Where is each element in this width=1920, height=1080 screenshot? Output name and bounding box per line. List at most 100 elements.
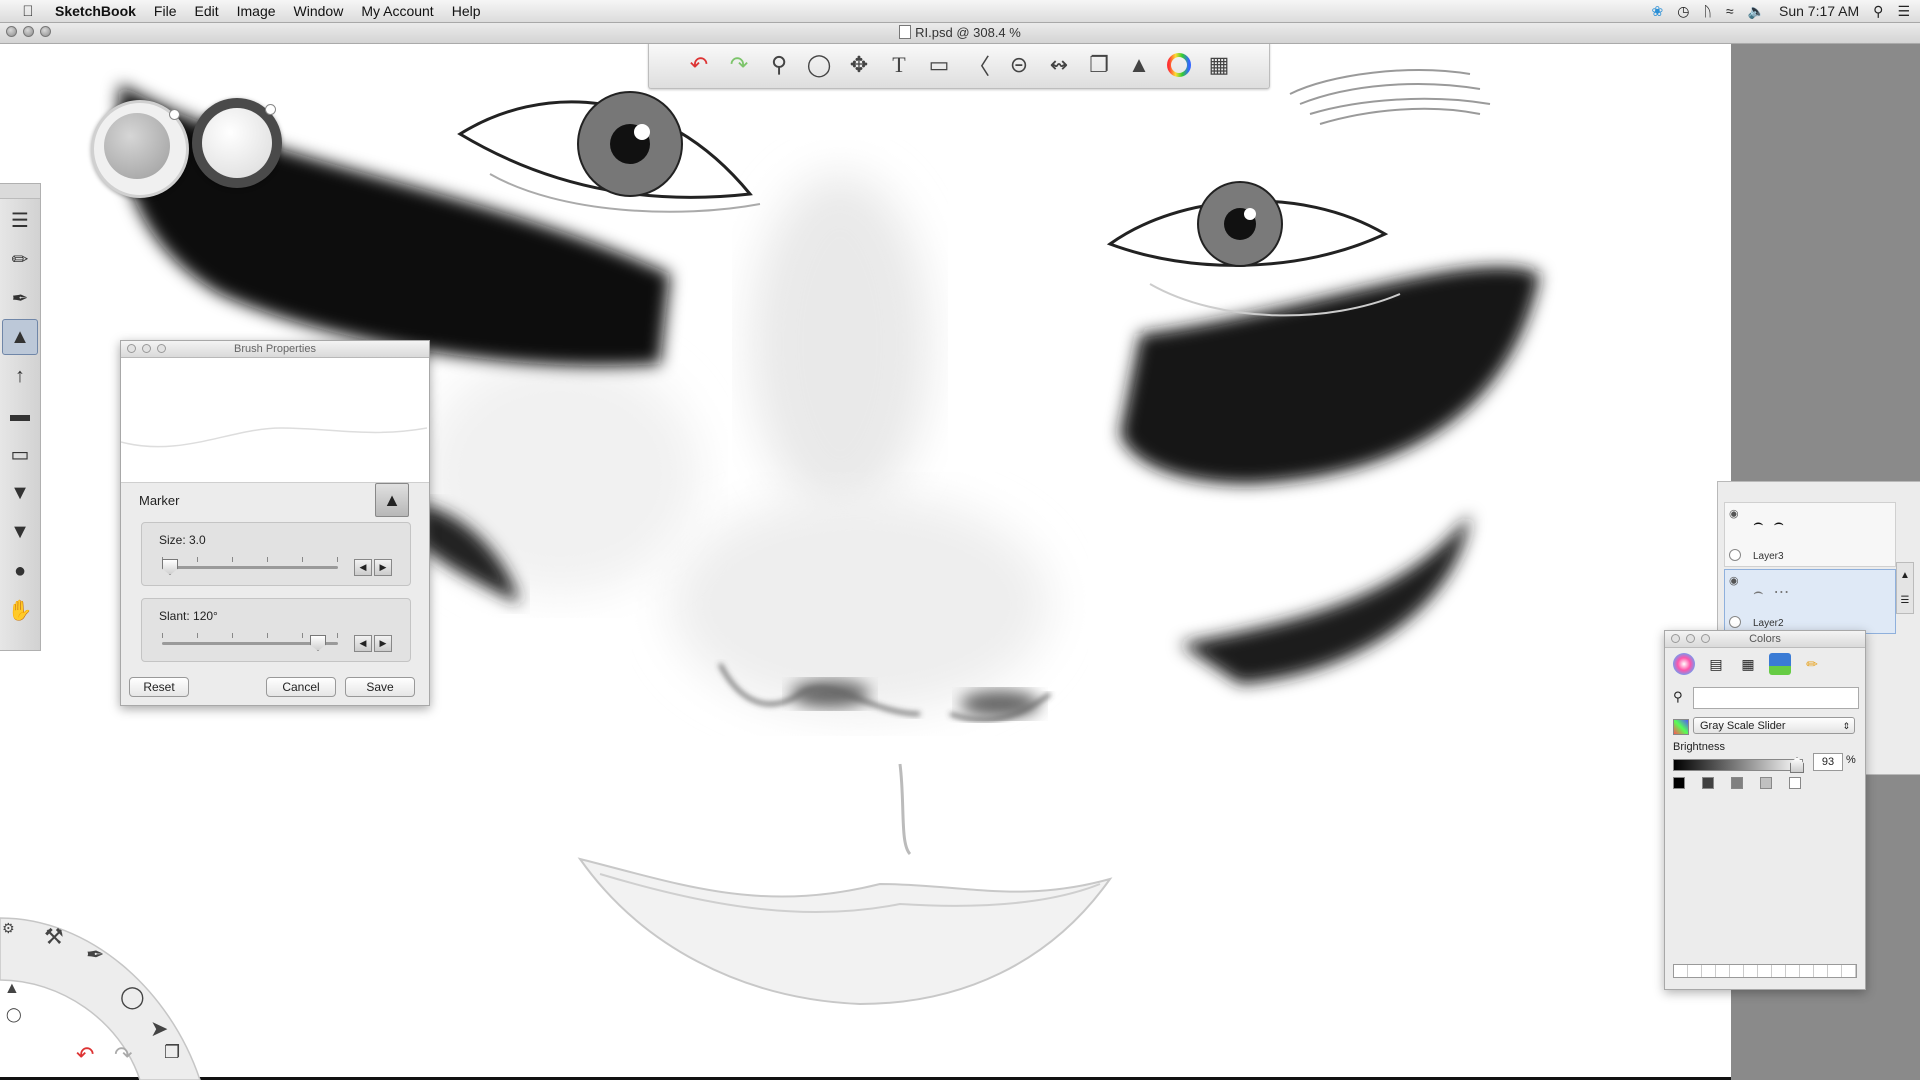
text-icon[interactable]: T	[884, 50, 914, 80]
menu-image[interactable]: Image	[228, 3, 285, 19]
brush-size-puck[interactable]	[91, 100, 189, 198]
layers-icon[interactable]: ❐	[1084, 50, 1114, 80]
slant-slider-thumb[interactable]	[310, 635, 326, 651]
eraser-brush-icon[interactable]: ▬	[2, 397, 38, 433]
gray-swatch[interactable]	[1702, 777, 1714, 789]
panel-zoom-button[interactable]	[157, 344, 166, 353]
airbrush-icon[interactable]: ▼	[2, 514, 38, 550]
crayons-mode-icon[interactable]: ✏	[1801, 653, 1823, 675]
bluetooth-icon[interactable]: ᚢ	[1703, 3, 1711, 19]
lagoon-tools-icon[interactable]: ⚒	[44, 924, 64, 950]
color-sliders-mode-icon[interactable]: ▤	[1705, 653, 1727, 675]
colors-minimize-button[interactable]	[1686, 634, 1695, 643]
panel-title: Brush Properties	[234, 343, 316, 355]
layer-select-radio[interactable]	[1729, 549, 1741, 561]
menu-edit[interactable]: Edit	[185, 3, 227, 19]
colors-close-button[interactable]	[1671, 634, 1680, 643]
color-wheel-mode-icon[interactable]	[1673, 653, 1695, 675]
layer-menu-handle[interactable]: ▲ ☰	[1896, 562, 1914, 614]
spotlight-icon[interactable]: ⚲	[1873, 3, 1883, 20]
size-decrease-button[interactable]: ◀	[354, 559, 372, 576]
panel-title-bar[interactable]: Brush Properties	[121, 341, 429, 358]
gray-swatch[interactable]	[1731, 777, 1743, 789]
lagoon-select-icon[interactable]: ➤	[150, 1016, 168, 1042]
lagoon-undo-icon[interactable]: ↶	[76, 1042, 94, 1068]
layer-row-layer3[interactable]: ◉ ⌢⌢ Layer3	[1724, 502, 1896, 567]
visibility-eye-icon[interactable]: ◉	[1729, 507, 1739, 520]
size-slider-track[interactable]	[162, 566, 338, 569]
color-palettes-mode-icon[interactable]: ▦	[1737, 653, 1759, 675]
recent-colors-strip[interactable]	[1673, 964, 1857, 978]
lagoon-redo-icon[interactable]: ↷	[114, 1042, 132, 1068]
cancel-button[interactable]: Cancel	[266, 677, 336, 697]
lagoon-color-wheel-icon[interactable]: ◯	[120, 984, 145, 1010]
layer-select-radio[interactable]	[1729, 616, 1741, 628]
panel-minimize-button[interactable]	[142, 344, 151, 353]
lagoon-settings-icon[interactable]: ⚙	[2, 920, 15, 937]
ruler-icon[interactable]: 〈	[964, 50, 994, 80]
layer-menu-icon[interactable]: ☰	[1901, 595, 1910, 606]
fine-brush-icon[interactable]: ▼	[2, 475, 38, 511]
brush-settings-icon[interactable]: ☰	[2, 202, 38, 238]
lagoon-layers-icon[interactable]: ❐	[164, 1042, 180, 1063]
lagoon-color-puck-icon[interactable]: ◯	[6, 1006, 22, 1023]
bucket-icon[interactable]: ▭	[924, 50, 954, 80]
paintbrush-icon[interactable]: ●	[2, 553, 38, 589]
gray-swatch[interactable]	[1673, 777, 1685, 789]
palette-grip[interactable]	[0, 184, 40, 199]
twitter-icon[interactable]: ❀	[1652, 3, 1664, 20]
move-icon[interactable]: ✥	[844, 50, 874, 80]
redo-icon[interactable]: ↷	[724, 50, 754, 80]
wifi-icon[interactable]: ≈	[1726, 3, 1734, 19]
time-machine-icon[interactable]: ◷	[1677, 3, 1689, 20]
image-palettes-mode-icon[interactable]	[1769, 653, 1791, 675]
brushes-icon[interactable]: ▲	[1124, 50, 1154, 80]
slant-increase-button[interactable]: ▶	[374, 635, 392, 652]
layer-thumbnail: ⌢⋯	[1753, 584, 1800, 601]
marker-brush-button[interactable]: ▲	[375, 483, 409, 517]
brush-opacity-puck[interactable]	[192, 98, 282, 188]
layer-row-layer2[interactable]: ◉ ⌢⋯ Layer2	[1724, 569, 1896, 634]
size-slider-thumb[interactable]	[162, 559, 178, 575]
lagoon-brush-puck-icon[interactable]: ▲	[4, 980, 20, 998]
reset-button[interactable]: Reset	[129, 677, 189, 697]
panel-close-button[interactable]	[127, 344, 136, 353]
menu-help[interactable]: Help	[443, 3, 490, 19]
menu-window[interactable]: Window	[285, 3, 353, 19]
menu-clock[interactable]: Sun 7:17 AM	[1779, 3, 1859, 19]
pencil-brush-icon[interactable]: ✏	[2, 241, 38, 277]
layer-up-icon[interactable]: ▲	[1900, 570, 1910, 581]
size-increase-button[interactable]: ▶	[374, 559, 392, 576]
visibility-eye-icon[interactable]: ◉	[1729, 574, 1739, 587]
brightness-value-field[interactable]: 93	[1813, 753, 1843, 771]
smudge-brush-icon[interactable]: ✋	[2, 592, 38, 628]
ellipse-icon[interactable]: ⊝	[1004, 50, 1034, 80]
slant-decrease-button[interactable]: ◀	[354, 635, 372, 652]
color-mode-select[interactable]: Gray Scale Slider ⇕	[1693, 717, 1855, 734]
palette-icon[interactable]: ▦	[1204, 50, 1234, 80]
lagoon-brush-icon[interactable]: ✒	[86, 942, 104, 968]
colors-title-bar[interactable]: Colors	[1665, 631, 1865, 648]
apple-menu-icon[interactable]: 	[18, 3, 38, 20]
color-wheel-icon[interactable]	[1164, 50, 1194, 80]
menu-my-account[interactable]: My Account	[352, 3, 442, 19]
volume-icon[interactable]: 🔈	[1748, 3, 1765, 20]
notification-center-icon[interactable]: ☰	[1897, 3, 1910, 20]
ink-pen-brush-icon[interactable]: ✒	[2, 280, 38, 316]
undo-icon[interactable]: ↶	[684, 50, 714, 80]
gray-swatch[interactable]	[1789, 777, 1801, 789]
menu-app[interactable]: SketchBook	[46, 3, 145, 19]
colors-zoom-button[interactable]	[1701, 634, 1710, 643]
zoom-icon[interactable]: ⚲	[764, 50, 794, 80]
technical-pen-brush-icon[interactable]: ↑	[2, 358, 38, 394]
brightness-slider-track[interactable]	[1673, 759, 1803, 771]
gray-swatch[interactable]	[1760, 777, 1772, 789]
hard-eraser-brush-icon[interactable]: ▭	[2, 436, 38, 472]
save-button[interactable]: Save	[345, 677, 415, 697]
color-search-input[interactable]	[1693, 687, 1859, 709]
menu-file[interactable]: File	[145, 3, 186, 19]
marker-brush-icon[interactable]: ▲	[2, 319, 38, 355]
lasso-icon[interactable]: ◯	[804, 50, 834, 80]
select-arrows-icon: ⇕	[1842, 721, 1850, 731]
symmetry-icon[interactable]: ↭	[1044, 50, 1074, 80]
